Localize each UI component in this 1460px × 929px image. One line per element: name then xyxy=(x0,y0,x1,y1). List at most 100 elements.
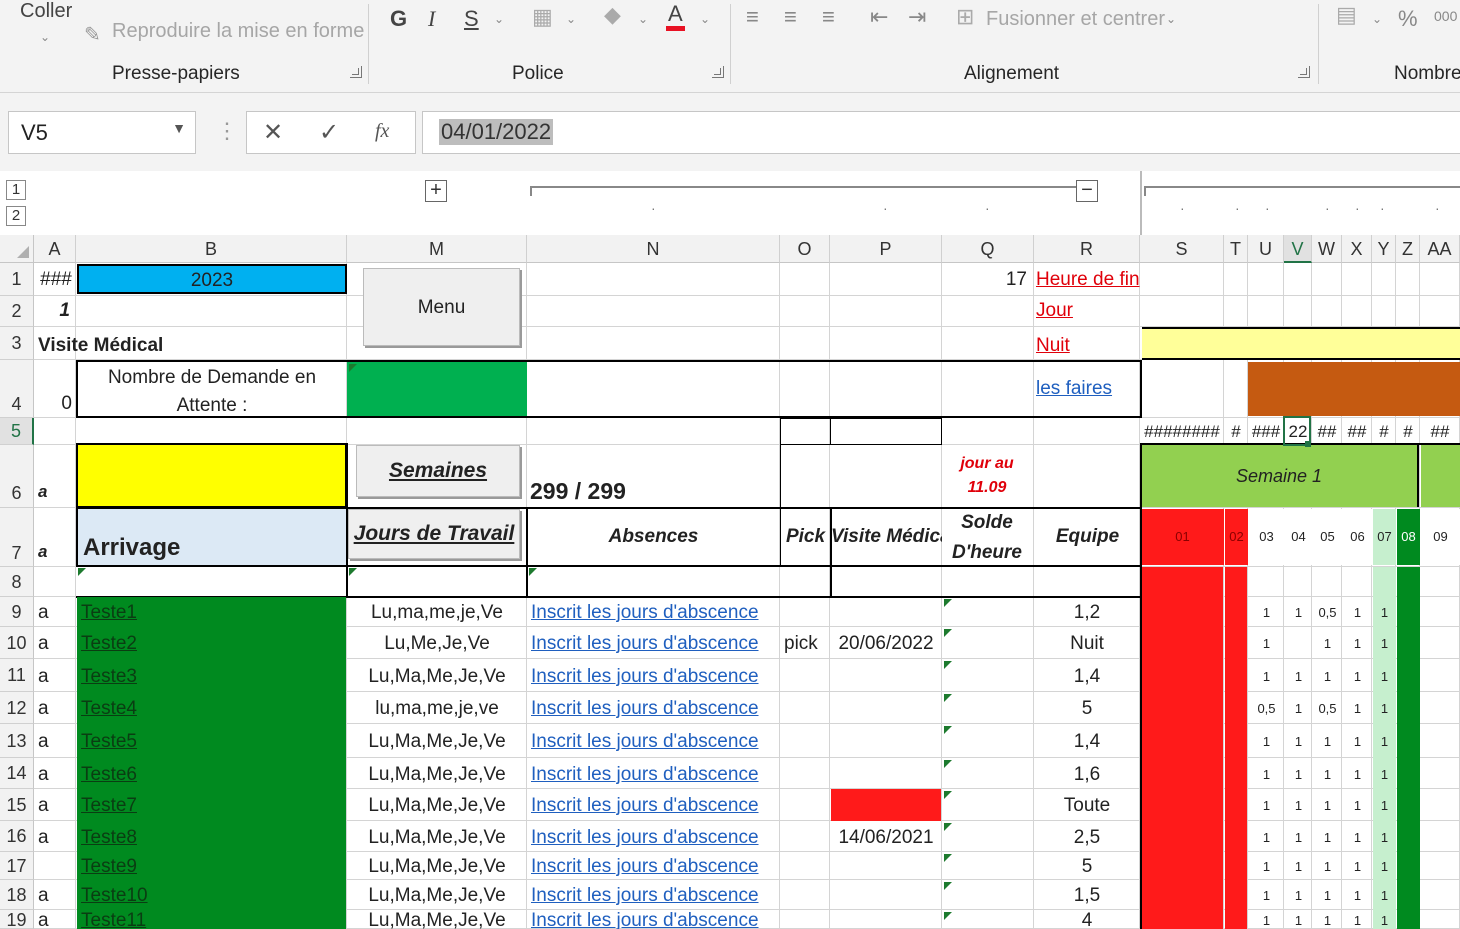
week-1-header[interactable]: Semaine 1 xyxy=(1141,445,1419,507)
absence-fill-s[interactable] xyxy=(1142,758,1223,789)
cell-pick[interactable] xyxy=(784,821,828,852)
cell-b7[interactable]: Arrivage xyxy=(77,509,347,565)
day-header-04[interactable]: 04 xyxy=(1285,509,1312,565)
column-header-z[interactable]: Z xyxy=(1396,235,1420,263)
cell-pick[interactable] xyxy=(784,692,828,724)
absence-link[interactable]: Inscrit les jours d'abscence xyxy=(531,852,779,880)
fill-dropdown-icon[interactable]: ⌄ xyxy=(638,12,648,26)
day-mark-v[interactable]: 1 xyxy=(1285,597,1312,627)
day-header-08[interactable]: 08 xyxy=(1397,509,1420,565)
day-mark-u[interactable]: 1 xyxy=(1249,910,1284,929)
cell-a6[interactable]: a xyxy=(38,480,68,504)
borders-dropdown-icon[interactable]: ⌄ xyxy=(566,12,576,26)
cell-a7[interactable]: a xyxy=(38,540,68,564)
day-mark-u[interactable]: 1 xyxy=(1249,659,1284,692)
menu-button[interactable]: Menu xyxy=(363,268,520,346)
merge-icon[interactable]: ⊞ xyxy=(956,4,974,30)
column-header-m[interactable]: M xyxy=(347,235,527,263)
day-fill-z[interactable] xyxy=(1397,627,1420,659)
cell-work-days[interactable]: Lu,Ma,Me,Je,Ve xyxy=(348,821,526,852)
absence-link[interactable]: Inscrit les jours d'abscence xyxy=(531,789,779,821)
row-header-10[interactable]: 10 xyxy=(0,627,34,659)
cell-r2-link[interactable]: Jour xyxy=(1036,297,1136,325)
font-launcher-icon[interactable] xyxy=(712,66,724,78)
absence-link[interactable]: Inscrit les jours d'abscence xyxy=(531,627,779,659)
cell-r1-link[interactable]: Heure de fin xyxy=(1036,266,1142,294)
day-mark-u[interactable]: 1 xyxy=(1249,821,1284,852)
column-header-t[interactable]: T xyxy=(1224,235,1248,263)
absence-link[interactable]: Inscrit les jours d'abscence xyxy=(531,597,779,627)
cell-team[interactable]: 1,4 xyxy=(1035,724,1139,758)
day-mark-w[interactable]: 1 xyxy=(1313,910,1342,929)
column-header-v[interactable]: V xyxy=(1284,235,1312,263)
day-mark-x[interactable]: 1 xyxy=(1343,659,1372,692)
absence-fill-t[interactable] xyxy=(1225,821,1247,852)
day-mark-x[interactable]: 1 xyxy=(1343,692,1372,724)
column-header-n[interactable]: N xyxy=(527,235,780,263)
cell-work-days[interactable]: Lu,Ma,Me,Je,Ve xyxy=(348,758,526,789)
cell-work-days[interactable]: lu,ma,me,je,ve xyxy=(348,692,526,724)
semaines-button[interactable]: Semaines xyxy=(356,445,520,497)
day-fill-z[interactable] xyxy=(1397,659,1420,692)
day-mark-w[interactable]: 1 xyxy=(1313,789,1342,821)
absence-link[interactable]: Inscrit les jours d'abscence xyxy=(531,910,779,929)
day-mark-x[interactable]: 1 xyxy=(1343,724,1372,758)
row-header-15[interactable]: 15 xyxy=(0,789,34,821)
absence-fill-t[interactable] xyxy=(1225,597,1247,627)
formula-input[interactable]: 04/01/2022 xyxy=(422,111,1460,154)
cell-pick[interactable] xyxy=(784,659,828,692)
fill-color-icon[interactable]: ◆ xyxy=(604,2,621,28)
fill-handle[interactable] xyxy=(1305,441,1311,447)
cell-team[interactable]: Toute xyxy=(1035,789,1139,821)
cell-q1[interactable]: 17 xyxy=(943,266,1031,294)
absence-fill-t[interactable] xyxy=(1225,880,1247,910)
cell-z5[interactable]: # xyxy=(1396,419,1420,445)
day-mark-x[interactable]: 1 xyxy=(1343,597,1372,627)
row-header-8[interactable]: 8 xyxy=(0,567,34,597)
column-header-y[interactable]: Y xyxy=(1372,235,1396,263)
day-mark-v[interactable]: 1 xyxy=(1285,821,1312,852)
day-mark-w[interactable]: 0,5 xyxy=(1313,692,1342,724)
cell-u5[interactable]: ### xyxy=(1248,419,1284,445)
accounting-dropdown-icon[interactable]: ⌄ xyxy=(1372,12,1382,26)
cell-r4-link[interactable]: les faires xyxy=(1036,375,1140,403)
cell-visit-date[interactable] xyxy=(831,880,941,910)
cell-n7[interactable]: Absences xyxy=(527,522,780,552)
cell-a-flag[interactable]: a xyxy=(38,758,74,789)
day-mark-u[interactable]: 1 xyxy=(1249,627,1284,659)
cell-q6[interactable]: jour au 11.09 xyxy=(943,452,1031,502)
day-mark-v[interactable]: 1 xyxy=(1285,880,1312,910)
absence-fill-s8[interactable] xyxy=(1142,567,1223,597)
day-header-01[interactable]: 01 xyxy=(1141,509,1224,565)
cell-visit-date[interactable] xyxy=(831,692,941,724)
cell-a-flag[interactable]: a xyxy=(38,724,74,758)
day-mark-x[interactable]: 1 xyxy=(1343,758,1372,789)
cell-work-days[interactable]: Lu,Ma,Me,Je,Ve xyxy=(348,724,526,758)
underline-button[interactable]: S xyxy=(464,6,479,32)
absence-link[interactable]: Inscrit les jours d'abscence xyxy=(531,692,779,724)
cell-team[interactable]: 2,5 xyxy=(1035,821,1139,852)
cell-team[interactable]: Nuit xyxy=(1035,627,1139,659)
row-header-9[interactable]: 9 xyxy=(0,597,34,627)
outline-level-2-button[interactable]: 2 xyxy=(6,206,26,226)
day-mark-u[interactable]: 1 xyxy=(1249,880,1284,910)
cell-a3[interactable]: Visite Médical xyxy=(38,332,338,360)
row-header-3[interactable]: 3 xyxy=(0,327,34,360)
day-fill-z8[interactable] xyxy=(1397,567,1420,597)
cell-n6[interactable]: 299 / 299 xyxy=(530,476,770,506)
font-color-button[interactable]: A xyxy=(666,2,685,31)
cell-team[interactable]: 5 xyxy=(1035,692,1139,724)
cell-visit-date[interactable] xyxy=(831,910,941,929)
cell-visit-date[interactable] xyxy=(831,724,941,758)
absence-fill-t[interactable] xyxy=(1225,789,1247,821)
align-left-icon[interactable]: ≡ xyxy=(746,4,759,30)
cell-pick[interactable] xyxy=(784,852,828,880)
column-header-a[interactable]: A xyxy=(34,235,76,263)
cell-work-days[interactable]: Lu,Ma,Me,Je,Ve xyxy=(348,910,526,929)
outline-level-1-button[interactable]: 1 xyxy=(6,180,26,200)
cell-team[interactable]: 1,2 xyxy=(1035,597,1139,627)
day-fill-z[interactable] xyxy=(1397,880,1420,910)
cell-r3-link[interactable]: Nuit xyxy=(1036,332,1136,360)
row-header-13[interactable]: 13 xyxy=(0,724,34,758)
day-mark-y[interactable]: 1 xyxy=(1373,789,1396,821)
